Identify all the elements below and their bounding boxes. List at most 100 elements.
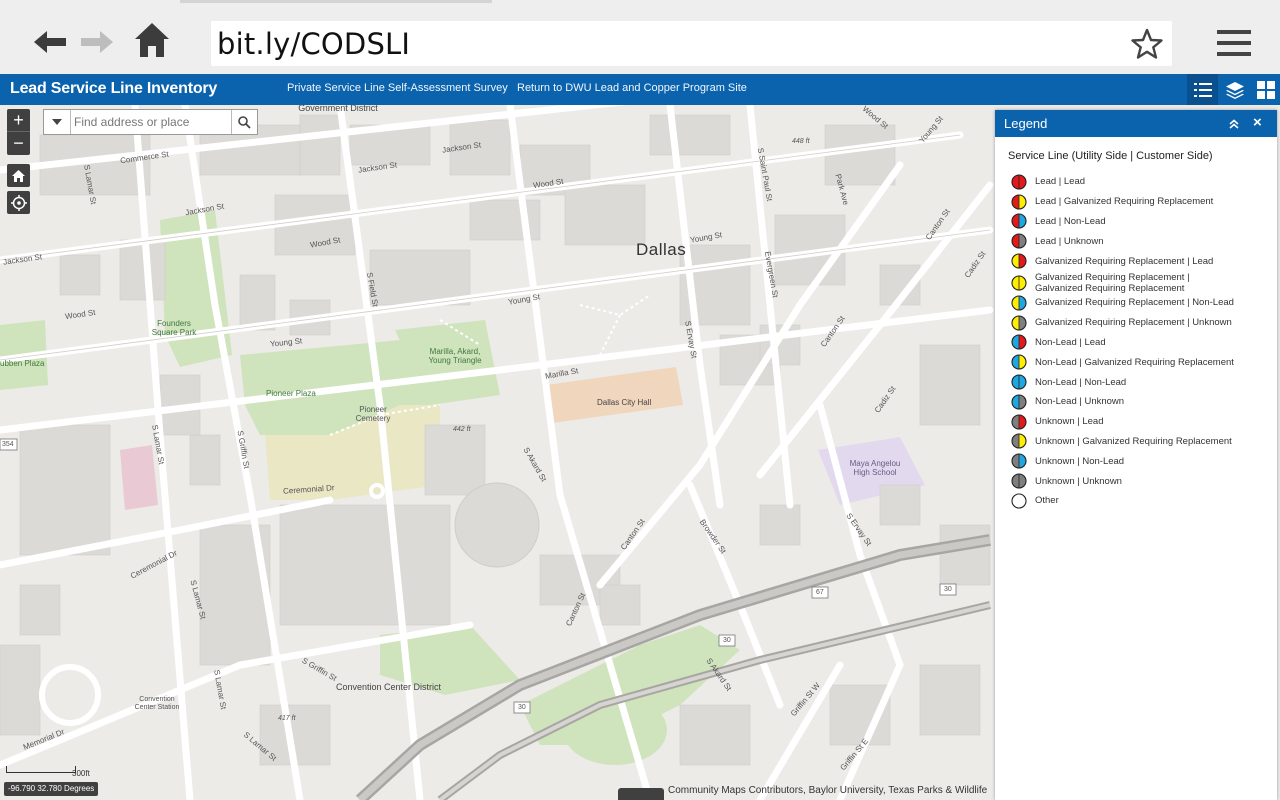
map-label-city-hall: Dallas City Hall <box>597 398 652 407</box>
default-extent-button[interactable] <box>7 164 30 187</box>
legend-title: Legend <box>1004 116 1048 131</box>
legend-item-label: Lead | Lead <box>1035 176 1086 188</box>
browser-toolbar: bit.ly/CODSLI <box>0 0 1280 74</box>
basemap-gallery-icon[interactable] <box>1250 74 1280 105</box>
map-label-convention-district: Convention Center District <box>336 682 442 692</box>
house-icon <box>12 169 25 182</box>
legend-item: Non-Lead | Non-Lead <box>1011 372 1273 392</box>
legend-list: Lead | Lead Lead | Galvanized Requiring R… <box>1011 172 1273 511</box>
scale-bar <box>6 766 76 773</box>
legend-swatch-icon <box>1011 194 1027 210</box>
legend-swatch-icon <box>1011 275 1027 291</box>
map-label-pioneer-cemetery: Pioneer Cemetery <box>355 405 391 423</box>
legend-swatch-icon <box>1011 315 1027 331</box>
scale-label: 300ft <box>72 769 90 778</box>
legend-item-label: Non-Lead | Unknown <box>1035 396 1125 408</box>
map-label-marilla-triangle: Marilla, Akard, Young Triangle <box>428 347 482 365</box>
coordinate-readout[interactable]: -96.790 32.780 Degrees <box>4 782 99 796</box>
legend-item-label: Other <box>1035 495 1059 507</box>
legend-item: Lead | Galvanized Requiring Replacement <box>1011 192 1273 212</box>
layers-icon[interactable] <box>1219 74 1250 105</box>
double-chevron-up-icon[interactable] <box>1227 117 1241 131</box>
map-label-ruben-plaza: ubben Plaza <box>0 359 45 368</box>
legend-swatch-icon <box>1011 433 1027 450</box>
url-text[interactable]: bit.ly/CODSLI <box>217 27 410 61</box>
dwu-program-link[interactable]: Return to DWU Lead and Copper Program Si… <box>517 82 747 94</box>
legend-list-icon[interactable] <box>1187 74 1218 105</box>
search-widget <box>43 109 258 135</box>
zoom-out-button[interactable]: − <box>7 132 30 155</box>
legend-item: Galvanized Requiring Replacement | Galva… <box>1011 271 1273 295</box>
coordinate-text: -96.790 32.780 Degrees <box>8 784 95 793</box>
map-label-elev-442: 442 ft <box>453 426 471 433</box>
caret-down-icon <box>52 119 62 125</box>
tab-strip <box>180 0 492 3</box>
app-title: Lead Service Line Inventory <box>10 80 218 97</box>
arrow-left-icon[interactable] <box>30 22 70 62</box>
legend-item: Non-Lead | Unknown <box>1011 392 1273 412</box>
legend-item-label: Galvanized Requiring Replacement | Unkno… <box>1035 317 1232 329</box>
legend-item-label: Unknown | Galvanized Requiring Replaceme… <box>1035 435 1232 447</box>
legend-swatch-icon <box>1011 493 1027 509</box>
legend-swatch-icon <box>1011 213 1027 230</box>
legend-item-label: Galvanized Requiring Replacement | Non-L… <box>1035 297 1234 309</box>
zoom-control: + − <box>7 109 30 155</box>
legend-item: Galvanized Requiring Replacement | Non-L… <box>1011 293 1273 313</box>
map-label-elev-448: 448 ft <box>792 138 810 145</box>
legend-item-label: Non-Lead | Galvanized Requiring Replacem… <box>1035 356 1234 368</box>
legend-item-label: Non-Lead | Non-Lead <box>1035 376 1127 388</box>
legend-item-label: Unknown | Lead <box>1035 416 1104 428</box>
legend-swatch-icon <box>1011 374 1027 390</box>
legend-item: Galvanized Requiring Replacement | Unkno… <box>1011 313 1273 333</box>
legend-swatch-icon <box>1011 473 1027 489</box>
zoom-in-button[interactable]: + <box>7 109 30 132</box>
legend-swatch-icon <box>1011 253 1027 269</box>
legend-item: Other <box>1011 491 1273 511</box>
map-label-founders-park: Founders Square Park <box>151 319 197 337</box>
star-icon[interactable] <box>1130 27 1164 61</box>
map-label-maya-angelou: Maya Angelou High School <box>849 459 901 477</box>
legend-item-label: Lead | Galvanized Requiring Replacement <box>1035 196 1214 208</box>
address-bar[interactable]: bit.ly/CODSLI <box>211 21 1172 66</box>
locate-button[interactable] <box>7 191 30 214</box>
legend-swatch-icon <box>1011 394 1027 410</box>
legend-item-label: Lead | Unknown <box>1035 235 1104 247</box>
legend-item-label: Unknown | Non-Lead <box>1035 455 1125 467</box>
crosshair-icon <box>10 194 27 211</box>
arrow-right-icon[interactable] <box>77 22 117 62</box>
legend-item-label: Galvanized Requiring Replacement | Galva… <box>1035 271 1190 294</box>
legend-item: Unknown | Galvanized Requiring Replaceme… <box>1011 432 1273 452</box>
legend-swatch-icon <box>1011 295 1027 311</box>
legend-header: Legend × <box>995 110 1277 137</box>
legend-item: Non-Lead | Lead <box>1011 333 1273 353</box>
legend-item-label: Non-Lead | Lead <box>1035 336 1106 348</box>
attribution-toggle[interactable] <box>618 788 664 800</box>
map-label-elev-417: 417 ft <box>278 715 296 722</box>
map-label-hwy-67: 67 <box>816 589 824 596</box>
legend-swatch-icon <box>1011 334 1027 351</box>
legend-layer-title: Service Line (Utility Side | Customer Si… <box>1008 150 1213 162</box>
attribution-text: Community Maps Contributors, Baylor Univ… <box>668 785 988 796</box>
search-input[interactable] <box>74 113 229 131</box>
map-label-hwy-30c: 30 <box>518 704 526 711</box>
hamburger-menu-icon[interactable] <box>1214 27 1254 59</box>
legend-swatch-icon <box>1011 354 1027 370</box>
search-button[interactable] <box>231 110 257 134</box>
legend-item: Unknown | Non-Lead <box>1011 451 1273 471</box>
legend-swatch-icon <box>1011 414 1027 430</box>
legend-item-label: Lead | Non-Lead <box>1035 215 1106 227</box>
close-icon[interactable]: × <box>1253 114 1262 131</box>
legend-item: Unknown | Unknown <box>1011 471 1273 491</box>
legend-item: Unknown | Lead <box>1011 412 1273 432</box>
house-icon[interactable] <box>132 20 172 60</box>
legend-item-label: Galvanized Requiring Replacement | Lead <box>1035 255 1214 267</box>
map-label-gov-district: Government District <box>298 105 378 113</box>
legend-swatch-icon <box>1011 233 1027 249</box>
map-label-city: Dallas <box>636 240 687 259</box>
map-label-route-354: 354 <box>2 441 14 448</box>
legend-item: Lead | Non-Lead <box>1011 212 1273 232</box>
search-icon <box>238 115 251 129</box>
search-source-dropdown[interactable] <box>44 110 71 134</box>
legend-item: Lead | Unknown <box>1011 231 1273 251</box>
self-assessment-link[interactable]: Private Service Line Self-Assessment Sur… <box>287 82 508 94</box>
